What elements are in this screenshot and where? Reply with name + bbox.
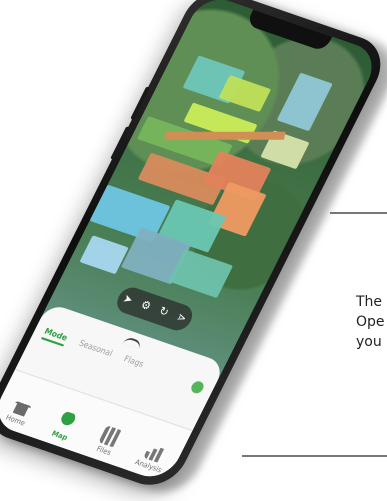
- drawer-tabs: Mode Seasonal Flags: [43, 327, 146, 369]
- layers-icon[interactable]: ⋗: [172, 309, 191, 327]
- user-icon: [54, 410, 79, 433]
- callout-line-top: [330, 212, 387, 214]
- nav-files[interactable]: Files: [89, 424, 127, 459]
- drawer-handle[interactable]: [122, 336, 143, 350]
- tab-mode[interactable]: Mode: [43, 327, 69, 343]
- callout-line-1: The: [356, 294, 383, 310]
- chart-icon: [143, 441, 168, 464]
- nav-analysis-label: Analysis: [133, 458, 164, 475]
- tab-flags[interactable]: Flags: [122, 354, 145, 369]
- nav-home[interactable]: Home: [1, 393, 39, 428]
- nav-analysis[interactable]: Analysis: [133, 439, 172, 475]
- settings-gear-icon[interactable]: ⚙: [136, 297, 155, 315]
- files-icon: [98, 425, 124, 448]
- callout-text: The Ope you: [356, 292, 387, 352]
- field-area[interactable]: [79, 235, 129, 275]
- field-area[interactable]: [218, 75, 272, 113]
- phone-device: ➤ ⚙ ↻ ⋗ Mode Seasonal Flags Home Map Fil…: [0, 0, 387, 494]
- callout-line-3: you: [356, 334, 382, 350]
- locate-arrow-icon[interactable]: ➤: [118, 291, 137, 309]
- drawer-gear-icon[interactable]: [189, 379, 206, 395]
- home-icon: [10, 395, 35, 418]
- road-strip: [164, 131, 286, 140]
- callout-line-2: Ope: [356, 314, 385, 330]
- tab-seasonal[interactable]: Seasonal: [77, 338, 114, 358]
- callout-line-bottom: [242, 455, 387, 457]
- field-area[interactable]: [276, 72, 333, 132]
- nav-map-label: Map: [50, 429, 69, 443]
- refresh-icon[interactable]: ↻: [154, 303, 173, 321]
- phone-screen: ➤ ⚙ ↻ ⋗ Mode Seasonal Flags Home Map Fil…: [0, 0, 382, 484]
- nav-map[interactable]: Map: [45, 409, 83, 444]
